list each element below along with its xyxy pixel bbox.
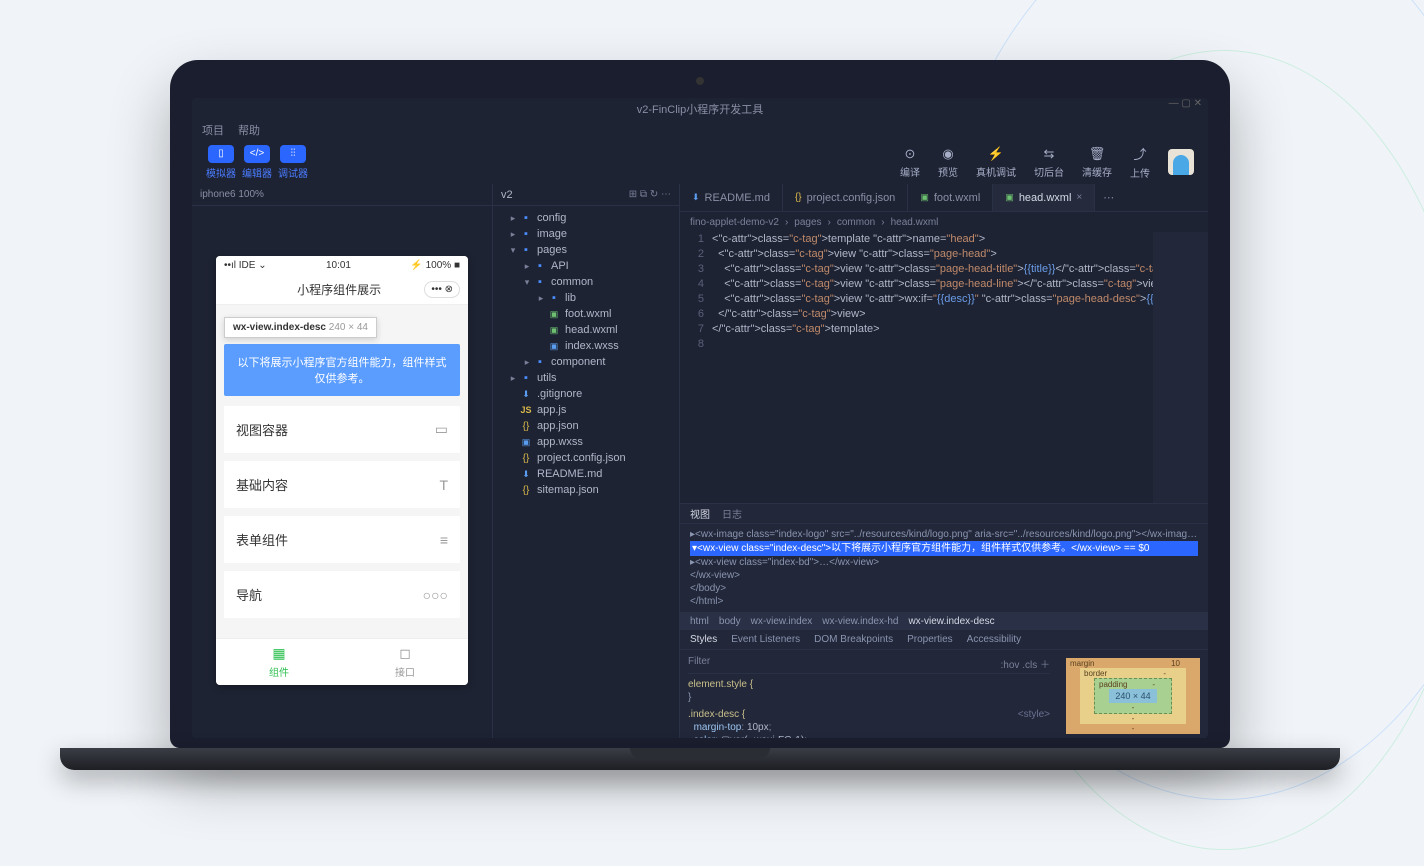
tree-folder[interactable]: ▸▪component	[493, 354, 679, 370]
camera-dot	[696, 77, 704, 85]
breadcrumb[interactable]: fino-applet-demo-v2› pages› common› head…	[680, 212, 1208, 232]
tree-file[interactable]: ▣head.wxml	[493, 322, 679, 338]
tabs-more[interactable]: ⋯	[1095, 191, 1122, 204]
action-background[interactable]: ⇆切后台	[1034, 146, 1064, 179]
code-editor[interactable]: 12345678 <"c-attr">class="c-tag">templat…	[680, 232, 1208, 503]
mode-editor[interactable]: </>编辑器	[242, 145, 272, 180]
tree-file[interactable]: {}sitemap.json	[493, 482, 679, 498]
status-right: ⚡ 100% ■	[410, 260, 460, 271]
tree-file[interactable]: JSapp.js	[493, 402, 679, 418]
laptop-frame: v2-FinClip小程序开发工具 — ▢ ✕ 项目 帮助 ▯模拟器 </>编辑…	[170, 60, 1230, 770]
action-compile[interactable]: ⊙编译	[900, 146, 920, 179]
tree-folder[interactable]: ▸▪config	[493, 210, 679, 226]
dt-tab-log[interactable]: 日志	[722, 506, 742, 521]
window-title: v2-FinClip小程序开发工具	[637, 101, 764, 117]
status-left: ••ıl IDE ⌄	[224, 260, 267, 271]
text-icon: T	[439, 477, 448, 493]
devtools-breadcrumb[interactable]: html body wx-view.index wx-view.index-hd…	[680, 612, 1208, 630]
nav-title: 小程序组件展示	[254, 281, 424, 298]
simulator-panel: iphone6 100% ••ıl IDE ⌄ 10:01 ⚡ 100% ■ 小…	[192, 184, 492, 738]
list-item[interactable]: 基础内容T	[224, 461, 460, 508]
window-controls[interactable]: — ▢ ✕	[1169, 98, 1202, 109]
filter-actions[interactable]: :hov .cls ＋	[1001, 656, 1050, 671]
toolbar: ▯模拟器 </>编辑器 ⫶⫶调试器 ⊙编译 ◉预览 ⚡真机调试 ⇆切后台 🗑清缓…	[192, 140, 1208, 184]
highlighted-element[interactable]: 以下将展示小程序官方组件能力，组件样式仅供参考。	[224, 344, 460, 396]
subtab-props[interactable]: Properties	[907, 634, 953, 645]
titlebar: v2-FinClip小程序开发工具 — ▢ ✕	[192, 98, 1208, 120]
menu-project[interactable]: 项目	[202, 122, 224, 138]
subtab-dom-bp[interactable]: DOM Breakpoints	[814, 634, 893, 645]
list-item[interactable]: 表单组件≡	[224, 516, 460, 563]
tree-folder[interactable]: ▾▪pages	[493, 242, 679, 258]
device-label[interactable]: iphone6 100%	[200, 189, 264, 200]
explorer-root[interactable]: v2	[501, 189, 513, 201]
tree-folder[interactable]: ▸▪image	[493, 226, 679, 242]
subtab-a11y[interactable]: Accessibility	[967, 634, 1021, 645]
dt-tab-view[interactable]: 视图	[690, 506, 710, 521]
tree-folder[interactable]: ▾▪common	[493, 274, 679, 290]
tree-folder[interactable]: ▸▪lib	[493, 290, 679, 306]
tree-file[interactable]: ⬇README.md	[493, 466, 679, 482]
action-preview[interactable]: ◉预览	[938, 146, 958, 179]
avatar[interactable]	[1168, 149, 1194, 175]
devtools-subtabs: Styles Event Listeners DOM Breakpoints P…	[680, 630, 1208, 650]
nav-actions[interactable]: ••• ⊗	[424, 281, 460, 298]
minimap[interactable]	[1153, 232, 1208, 503]
tree-folder[interactable]: ▸▪utils	[493, 370, 679, 386]
tree-file[interactable]: ▣index.wxss	[493, 338, 679, 354]
mode-debugger[interactable]: ⫶⫶调试器	[278, 145, 308, 180]
container-icon: ▭	[435, 421, 448, 438]
form-icon: ≡	[440, 532, 448, 548]
inspect-tooltip: wx-view.index-desc 240 × 44	[224, 317, 377, 338]
tree-file[interactable]: {}project.config.json	[493, 450, 679, 466]
explorer-actions[interactable]: ⊞ ⧉ ↻ ⋯	[629, 189, 671, 200]
tree-folder[interactable]: ▸▪API	[493, 258, 679, 274]
tab-readme[interactable]: ⬇README.md	[680, 184, 783, 211]
nav-icon: ○○○	[423, 587, 448, 603]
gutter: 12345678	[680, 232, 712, 503]
tree-file[interactable]: ▣app.wxss	[493, 434, 679, 450]
list-item[interactable]: 视图容器▭	[224, 406, 460, 453]
menu-help[interactable]: 帮助	[238, 122, 260, 138]
tree-file[interactable]: ▣foot.wxml	[493, 306, 679, 322]
action-upload[interactable]: ⤴上传	[1130, 144, 1150, 180]
tab-project-config[interactable]: {}project.config.json	[783, 184, 908, 211]
subtab-events[interactable]: Event Listeners	[731, 634, 800, 645]
action-remote-debug[interactable]: ⚡真机调试	[976, 146, 1016, 179]
box-model: margin 10 border - padding - 240 × 4	[1058, 650, 1208, 738]
mode-simulator[interactable]: ▯模拟器	[206, 145, 236, 180]
tree-file[interactable]: {}app.json	[493, 418, 679, 434]
tabbar-components[interactable]: ▦组件	[216, 639, 342, 685]
grid-icon: ▦	[216, 645, 342, 662]
ide-screen: v2-FinClip小程序开发工具 — ▢ ✕ 项目 帮助 ▯模拟器 </>编辑…	[192, 98, 1208, 738]
filter-input[interactable]: Filter	[688, 656, 710, 671]
tab-head-wxml[interactable]: ▣head.wxml×	[993, 184, 1095, 211]
editor-tabs: ⬇README.md {}project.config.json ▣foot.w…	[680, 184, 1208, 212]
phone-preview: ••ıl IDE ⌄ 10:01 ⚡ 100% ■ 小程序组件展示 ••• ⊗ …	[216, 256, 468, 685]
list-item[interactable]: 导航○○○	[224, 571, 460, 618]
status-time: 10:01	[326, 260, 351, 271]
file-explorer: v2 ⊞ ⧉ ↻ ⋯ ▸▪config▸▪image▾▪pages▸▪API▾▪…	[492, 184, 680, 738]
devtools: 视图 日志 ▸<wx-image class="index-logo" src=…	[680, 503, 1208, 738]
action-clear-cache[interactable]: 🗑清缓存	[1082, 146, 1112, 179]
tab-foot-wxml[interactable]: ▣foot.wxml	[908, 184, 993, 211]
styles-pane[interactable]: Filter :hov .cls ＋ element.style {} <sty…	[680, 650, 1058, 738]
close-icon[interactable]: ×	[1076, 192, 1082, 203]
api-icon: ◻	[342, 645, 468, 662]
menubar: 项目 帮助	[192, 120, 1208, 140]
tabbar-api[interactable]: ◻接口	[342, 639, 468, 685]
dom-tree[interactable]: ▸<wx-image class="index-logo" src="../re…	[680, 524, 1208, 612]
tree-file[interactable]: ⬇.gitignore	[493, 386, 679, 402]
subtab-styles[interactable]: Styles	[690, 634, 717, 645]
